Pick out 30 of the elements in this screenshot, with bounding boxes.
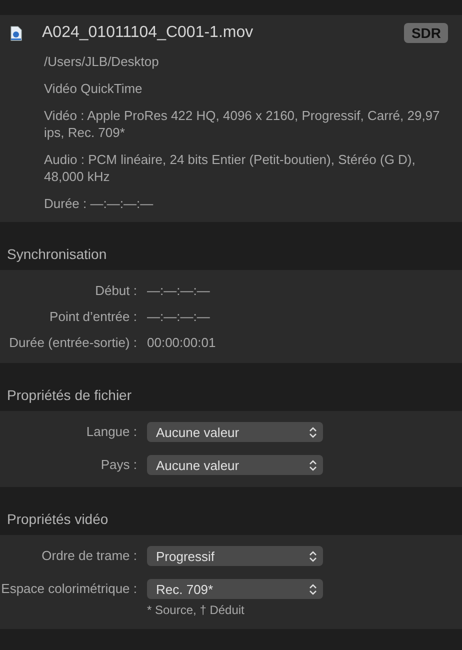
field-label: Début : [94, 283, 137, 299]
up-down-chevron-icon [309, 584, 317, 594]
audio-info: Audio : PCM linéaire, 24 bits Entier (Petit-boutien), Stéréo (G D), 48,000 kHz [44, 151, 416, 185]
file-type: Vidéo QuickTime [44, 80, 144, 97]
duration-info: Durée : —:—:—:— [44, 195, 154, 212]
field-label: Point d’entrée : [48, 309, 137, 325]
field-label: Ordre de trame : [40, 547, 137, 565]
popup-button[interactable]: Rec. 709* [147, 579, 323, 599]
movie-file-icon [10, 26, 22, 40]
section-title: Propriétés vidéo [6, 510, 110, 529]
up-down-chevron-icon [309, 550, 317, 562]
field-label: Espace colorimétrique : [0, 580, 137, 598]
field-value: 00:00:00:01 [147, 335, 216, 351]
popup-button[interactable]: Progressif [147, 546, 323, 566]
up-down-chevron-icon [309, 426, 317, 438]
field-label: Pays : [100, 456, 137, 474]
footnote: * Source, † Déduit [147, 603, 246, 617]
sdr-badge: SDR [404, 23, 448, 43]
field-label: Langue : [85, 423, 137, 441]
field-label: Durée (entrée-sortie) : [8, 335, 137, 351]
up-down-chevron-icon [309, 460, 317, 470]
video-info: Vidéo : Apple ProRes 422 HQ, 4096 x 2160, Progressif, Carré, 29,97 ips, Rec. 709* [44, 107, 441, 141]
popup-button[interactable]: Aucune valeur [147, 455, 323, 475]
popup-button[interactable]: Aucune valeur [147, 422, 323, 442]
field-value: —:—:—:— [147, 283, 210, 299]
file-name: A024_01011104_C001-1.mov [42, 24, 254, 42]
field-value: —:—:—:— [147, 309, 210, 325]
section-title: Synchronisation [6, 245, 108, 264]
section-title: Propriétés de fichier [6, 386, 133, 405]
file-path: /Users/JLB/Desktop [44, 53, 160, 70]
